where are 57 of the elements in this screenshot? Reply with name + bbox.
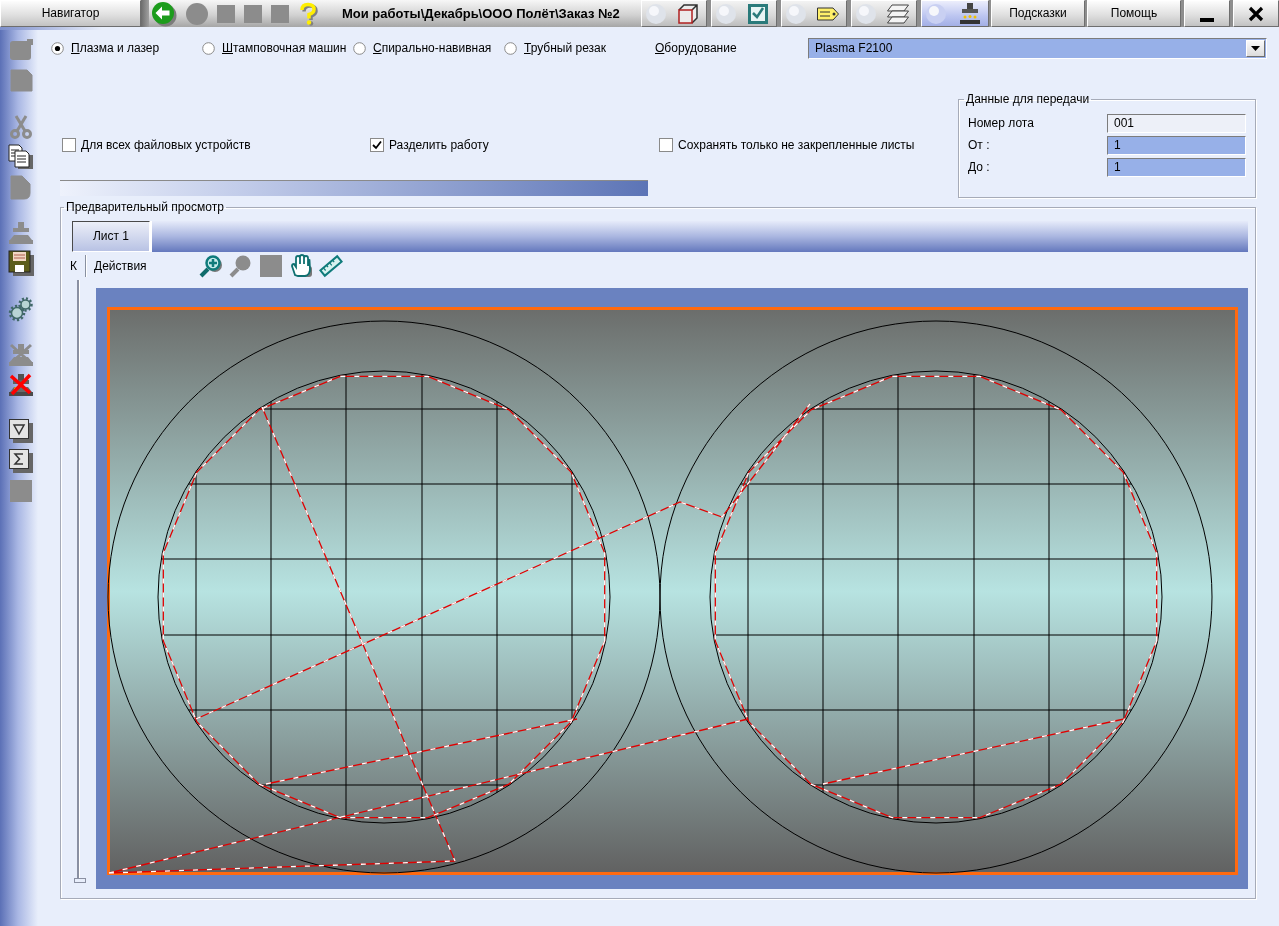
orb-icon: [856, 3, 876, 24]
press-x-icon[interactable]: [8, 372, 34, 398]
radio-button[interactable]: [353, 42, 366, 55]
caret-icon: [1251, 46, 1260, 51]
window-title: Мои работы\Декабрь\ООО Полёт\Заказ №2: [342, 5, 620, 22]
orb-icon: [926, 3, 946, 24]
radio-label: Спирально-навивная: [373, 41, 492, 56]
orb-icon: [716, 3, 736, 24]
text-field[interactable]: 1: [1107, 136, 1246, 155]
panel-tab[interactable]: Действия: [86, 255, 156, 277]
panel-tab[interactable]: К: [70, 255, 86, 277]
sigma-icon[interactable]: [8, 448, 34, 474]
text-field[interactable]: 001: [1107, 114, 1246, 133]
close-button[interactable]: [1233, 0, 1279, 27]
mode-tab[interactable]: [641, 0, 707, 27]
radio-label: Штамповочная машин: [222, 41, 347, 56]
press-icon: [958, 1, 982, 26]
radio-label: Трубный резак: [524, 41, 606, 56]
text-field[interactable]: 1: [1107, 158, 1246, 177]
orb-icon: [646, 3, 666, 24]
radio-button[interactable]: [51, 42, 64, 55]
checkbox-label: Сохранять только не закрепленные листы: [678, 137, 915, 153]
field-label: Номер лота: [968, 116, 1034, 131]
header-button[interactable]: Помощь: [1087, 0, 1181, 27]
copy-icon[interactable]: [8, 144, 34, 170]
minimize-icon: [1200, 17, 1214, 22]
checkbox-label: Разделить работу: [389, 137, 489, 153]
checkbox[interactable]: [659, 138, 673, 152]
radio-label: Плазма и лазер: [71, 41, 160, 56]
sheet-tab[interactable]: Лист 1: [72, 221, 150, 252]
triangle-icon[interactable]: [8, 418, 34, 444]
cube-icon: [676, 1, 700, 26]
field-label: До :: [968, 160, 990, 175]
sheet-stack-icon: [886, 1, 910, 26]
close-icon: [1248, 5, 1264, 22]
checkbox-label: Для всех файловых устройств: [81, 137, 251, 153]
zoom-in-icon[interactable]: [198, 254, 223, 278]
mode-tab[interactable]: [921, 0, 989, 27]
radio-button[interactable]: [202, 42, 215, 55]
header-button[interactable]: Подсказки: [991, 0, 1085, 27]
group-title: Предварительный просмотр: [65, 200, 225, 214]
hand-icon[interactable]: [288, 254, 313, 278]
radio-button[interactable]: [504, 42, 517, 55]
splitter-bar[interactable]: [74, 280, 86, 885]
field-label: От :: [968, 138, 990, 153]
navigator-button[interactable]: Навигатор: [0, 0, 141, 27]
checkbox[interactable]: [62, 138, 76, 152]
field-label: Оборудование: [655, 41, 738, 56]
checklist-icon: [746, 1, 770, 26]
dropdown-button[interactable]: [1246, 40, 1265, 57]
minimize-button[interactable]: [1184, 0, 1230, 27]
group-title: Данные для передачи: [965, 92, 1091, 106]
gears-icon[interactable]: [8, 296, 34, 322]
checkbox[interactable]: [370, 138, 384, 152]
equipment-dropdown[interactable]: Plasma F2100: [808, 38, 1267, 59]
help-icon[interactable]: [298, 1, 318, 26]
orb-icon: [786, 3, 806, 24]
